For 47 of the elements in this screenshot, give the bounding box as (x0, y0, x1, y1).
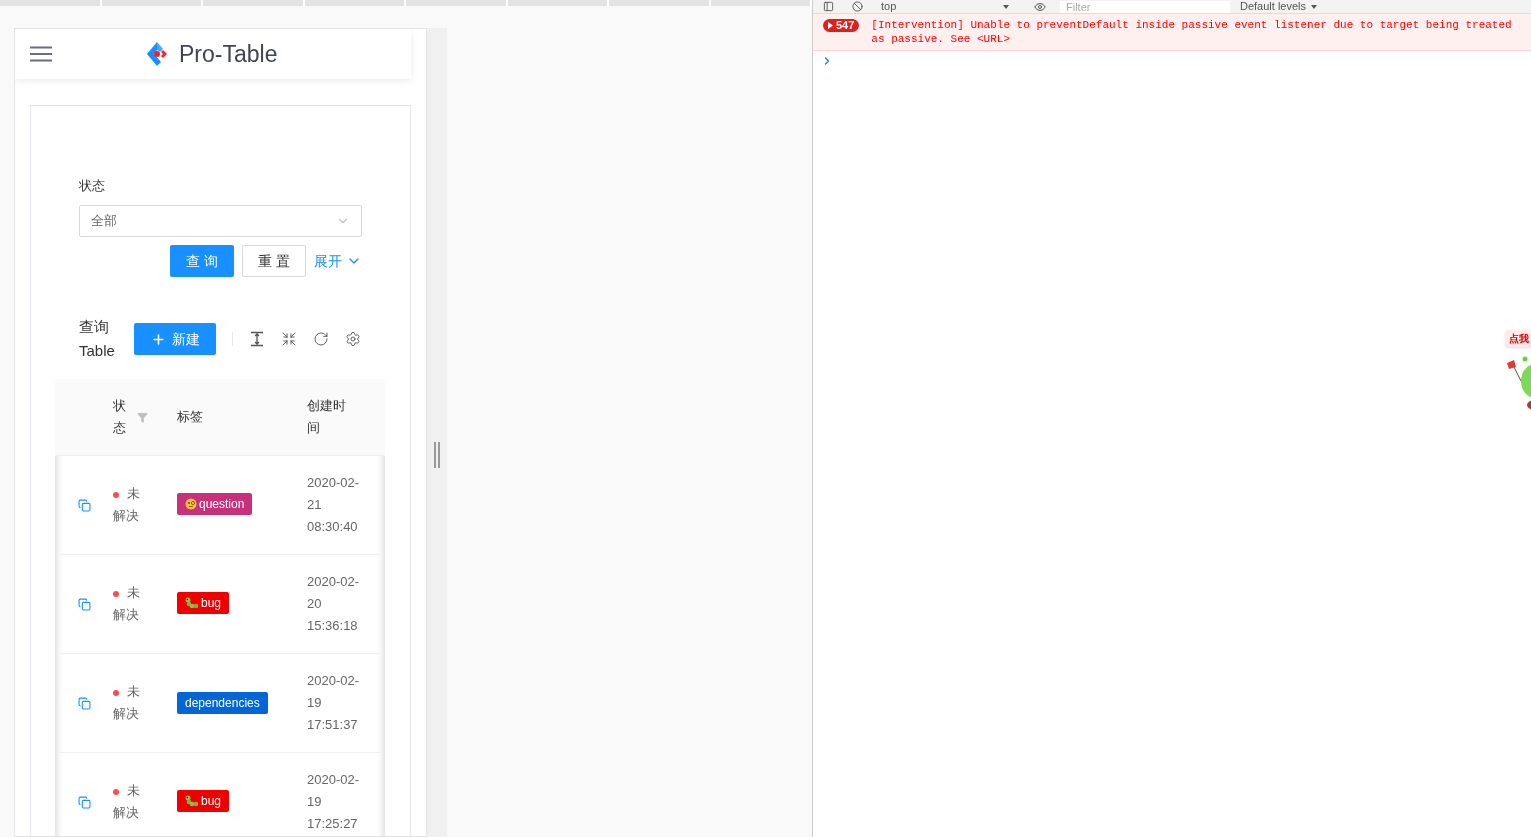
sidebar-icon[interactable] (823, 1, 834, 12)
reload-icon[interactable] (313, 331, 329, 347)
status-text: 未解决 (113, 486, 140, 523)
column-header: 状态 (113, 397, 127, 437)
column-height-icon[interactable] (249, 331, 265, 347)
status-select[interactable]: 全部 (79, 205, 362, 237)
status-text: 未解决 (113, 585, 140, 622)
resize-handle[interactable] (434, 442, 440, 468)
copy-icon[interactable] (77, 795, 91, 809)
expand-triangle-icon (828, 22, 833, 29)
settings-icon[interactable] (345, 331, 361, 347)
issue-tag: dependencies (177, 692, 268, 714)
status-text: 未解决 (113, 783, 140, 820)
created-time: 2020-02-20 15:36:18 (307, 573, 361, 635)
message-text: [Intervention] Unable to preventDefault inside passive event listener due to target being treated as passive. See <URL> (871, 18, 1513, 46)
new-button[interactable]: 新建 (134, 323, 216, 355)
message-count-badge[interactable]: 547 (823, 19, 860, 32)
created-time: 2020-02-21 08:30:40 (307, 474, 361, 536)
copy-icon[interactable] (77, 696, 91, 710)
app-title: Pro-Table (179, 39, 278, 69)
reset-button[interactable]: 重 置 (242, 245, 306, 277)
field-label: 状态 (79, 177, 106, 195)
created-time: 2020-02-19 17:25:27 (307, 771, 361, 833)
copy-icon[interactable] (77, 597, 91, 611)
promo-bubble[interactable]: 点我 (1505, 330, 1531, 347)
levels-select[interactable]: Default levels (1240, 1, 1318, 12)
context-select[interactable]: top (881, 1, 1009, 12)
column-header: 标签 (177, 408, 203, 426)
clear-icon[interactable] (852, 1, 863, 12)
eye-icon[interactable] (1034, 0, 1046, 13)
plus-icon (150, 331, 166, 347)
issue-tag: bug (177, 592, 230, 614)
search-button[interactable]: 查 询 (170, 245, 234, 277)
face-icon (185, 498, 197, 510)
column-header: 创建时间 (307, 397, 347, 437)
copy-icon[interactable] (77, 498, 91, 512)
issue-tag: bug (177, 790, 230, 812)
caterpillar-icon (185, 795, 199, 807)
status-text: 未解决 (113, 684, 140, 721)
issue-tag: question (177, 493, 253, 515)
table-title: 查询 Table (79, 317, 116, 361)
filter-field[interactable]: Filter (1060, 0, 1230, 13)
expand-link[interactable]: 展开 (314, 250, 362, 272)
created-time: 2020-02-19 17:51:37 (307, 672, 361, 734)
caterpillar-icon (185, 597, 199, 609)
fullscreen-icon[interactable] (281, 331, 297, 347)
menu-icon[interactable] (30, 46, 52, 62)
